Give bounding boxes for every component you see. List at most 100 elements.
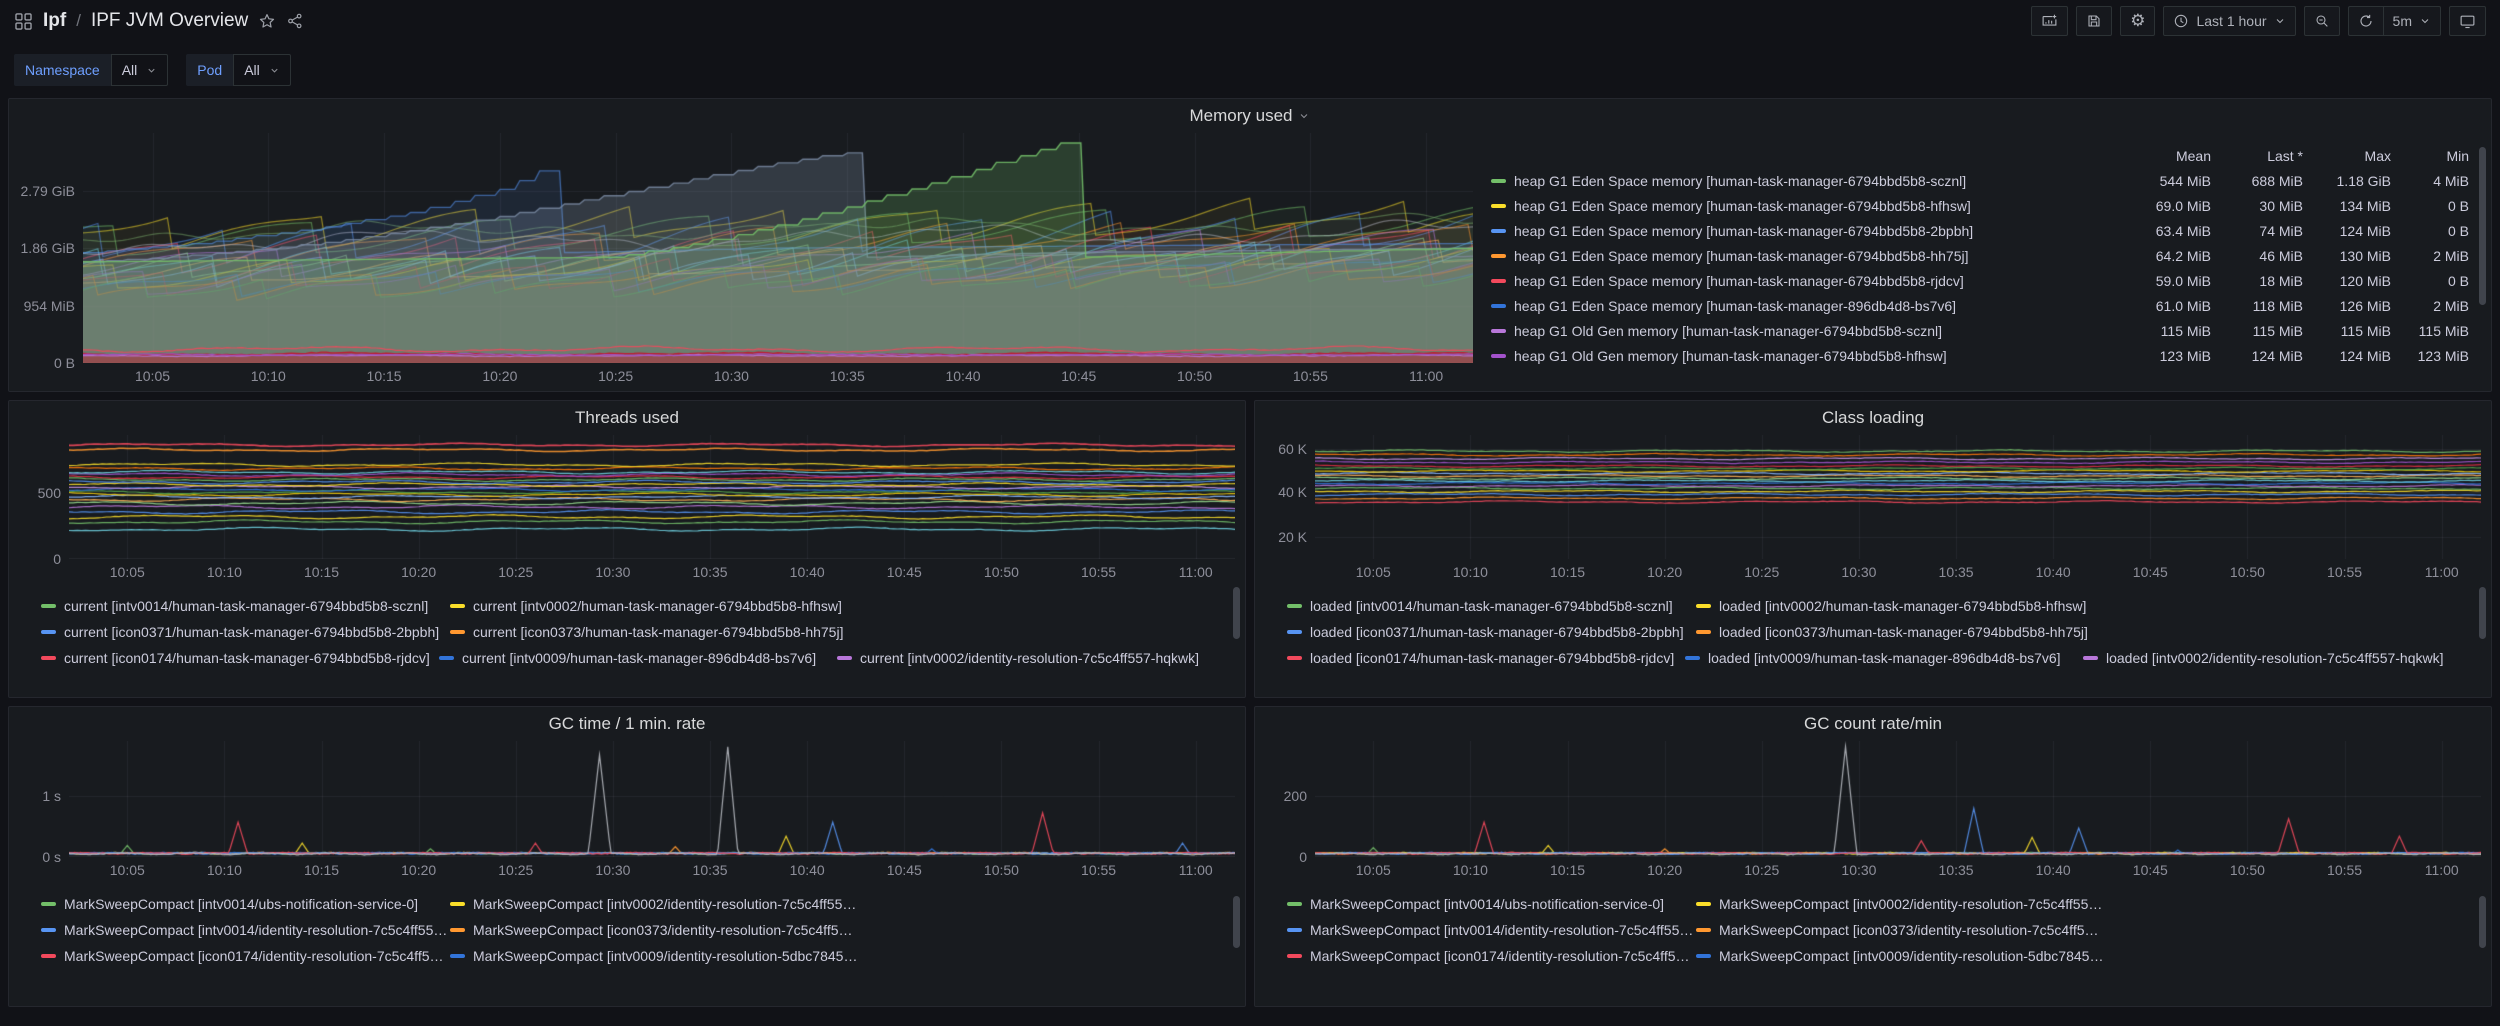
x-axis-label: 10:25 xyxy=(498,564,533,580)
legend-column-header[interactable]: Max xyxy=(2303,148,2391,164)
legend-label: loaded [intv0009/human-task-manager-896d… xyxy=(1708,650,2061,666)
page-title: IPF JVM Overview xyxy=(91,10,248,32)
breadcrumb-app[interactable]: Ipf xyxy=(43,10,66,32)
x-axis-label: 10:35 xyxy=(830,368,865,384)
namespace-filter-dropdown[interactable]: All xyxy=(111,54,169,86)
legend-value: 46 MiB xyxy=(2211,248,2303,264)
series-color-swatch xyxy=(1696,928,1711,932)
legend-item[interactable]: MarkSweepCompact [intv0014/ubs-notificat… xyxy=(1287,896,1696,912)
x-axis-label: 11:00 xyxy=(1179,564,1213,580)
legend-item[interactable]: current [intv0009/human-task-manager-896… xyxy=(439,650,837,666)
legend-item[interactable]: heap G1 Eden Space memory [human-task-ma… xyxy=(1491,273,2123,289)
legend-item[interactable]: heap G1 Eden Space memory [human-task-ma… xyxy=(1491,248,2123,264)
x-axis-label: 10:40 xyxy=(790,564,825,580)
legend-item[interactable]: loaded [icon0174/human-task-manager-6794… xyxy=(1287,650,1685,666)
panel-gctime-title[interactable]: GC time / 1 min. rate xyxy=(9,707,1245,741)
legend-item[interactable]: loaded [intv0002/human-task-manager-6794… xyxy=(1696,598,2105,614)
series-color-swatch xyxy=(1287,954,1302,958)
gctime-chart-canvas[interactable] xyxy=(69,741,1235,857)
legend-label: MarkSweepCompact [intv0014/identity-reso… xyxy=(64,922,450,938)
favorite-star-icon[interactable] xyxy=(258,12,276,30)
gctime-plot-area xyxy=(69,741,1235,857)
legend-item[interactable]: loaded [icon0371/human-task-manager-6794… xyxy=(1287,624,1696,640)
legend-item[interactable]: current [intv0002/identity-resolution-7c… xyxy=(837,650,1235,666)
legend-item[interactable]: heap G1 Eden Space memory [human-task-ma… xyxy=(1491,198,2123,214)
zoom-out-button[interactable] xyxy=(2304,6,2340,36)
legend-row: MarkSweepCompact [intv0014/identity-reso… xyxy=(1287,917,2481,943)
legend-column-header[interactable]: Mean xyxy=(2123,148,2211,164)
y-axis-label: 0 s xyxy=(42,849,61,865)
legend-item[interactable]: heap G1 Eden Space memory [human-task-ma… xyxy=(1491,223,2123,239)
legend-scrollbar[interactable] xyxy=(1233,587,1240,639)
legend-item[interactable]: heap G1 Eden Space memory [human-task-ma… xyxy=(1491,298,2123,314)
x-axis-label: 10:05 xyxy=(1356,564,1391,580)
legend-item[interactable]: MarkSweepCompact [icon0174/identity-reso… xyxy=(1287,948,1696,964)
threads-chart-canvas[interactable] xyxy=(69,435,1235,559)
classes-chart-canvas[interactable] xyxy=(1315,435,2481,559)
legend-scrollbar[interactable] xyxy=(1233,896,1240,948)
panel-threads-title[interactable]: Threads used xyxy=(9,401,1245,435)
legend-value: 2 MiB xyxy=(2391,248,2469,264)
legend-item[interactable]: current [icon0174/human-task-manager-679… xyxy=(41,650,439,666)
legend-label: current [icon0174/human-task-manager-679… xyxy=(64,650,430,666)
save-dashboard-button[interactable] xyxy=(2076,6,2112,36)
dashboard-grid: Memory used 0 B954 MiB1.86 GiB2.79 GiB 1… xyxy=(8,98,2492,1007)
legend-value: 134 MiB xyxy=(2303,198,2391,214)
legend-item[interactable]: MarkSweepCompact [intv0014/identity-reso… xyxy=(41,922,450,938)
tv-mode-button[interactable] xyxy=(2449,6,2486,36)
legend-item[interactable]: current [intv0002/human-task-manager-679… xyxy=(450,598,859,614)
legend-scrollbar[interactable] xyxy=(2479,896,2486,948)
legend-item[interactable]: MarkSweepCompact [icon0373/identity-reso… xyxy=(450,922,859,938)
legend-item[interactable]: loaded [intv0009/human-task-manager-896d… xyxy=(1685,650,2083,666)
x-axis-label: 10:25 xyxy=(498,862,533,878)
legend-item[interactable]: MarkSweepCompact [intv0002/identity-reso… xyxy=(450,896,859,912)
legend-item[interactable]: current [icon0371/human-task-manager-679… xyxy=(41,624,450,640)
x-axis-label: 10:35 xyxy=(1939,862,1974,878)
x-axis-label: 10:35 xyxy=(693,564,728,580)
legend-scrollbar[interactable] xyxy=(2479,147,2486,305)
x-axis-label: 11:00 xyxy=(2425,862,2459,878)
legend-item[interactable]: heap G1 Eden Space memory [human-task-ma… xyxy=(1491,173,2123,189)
legend-item[interactable]: heap G1 Old Gen memory [human-task-manag… xyxy=(1491,348,2123,364)
legend-item[interactable]: loaded [intv0014/human-task-manager-6794… xyxy=(1287,598,1696,614)
legend-item[interactable]: MarkSweepCompact [intv0002/identity-reso… xyxy=(1696,896,2105,912)
pod-filter-dropdown[interactable]: All xyxy=(233,54,291,86)
y-axis-label: 60 K xyxy=(1278,441,1307,457)
series-color-swatch xyxy=(1491,279,1506,283)
legend-column-header[interactable]: Last * xyxy=(2211,148,2303,164)
dashboard-settings-button[interactable]: ⚙ xyxy=(2120,6,2155,36)
time-range-picker[interactable]: Last 1 hour xyxy=(2163,6,2295,36)
legend-item[interactable]: MarkSweepCompact [intv0009/identity-reso… xyxy=(1696,948,2105,964)
legend-item[interactable]: current [icon0373/human-task-manager-679… xyxy=(450,624,859,640)
memory-chart-canvas[interactable] xyxy=(83,133,1473,363)
legend-item[interactable]: loaded [icon0373/human-task-manager-6794… xyxy=(1696,624,2105,640)
legend-scrollbar[interactable] xyxy=(2479,587,2486,639)
legend-item[interactable]: current [intv0014/human-task-manager-679… xyxy=(41,598,450,614)
refresh-interval-picker[interactable]: 5m xyxy=(2383,6,2441,36)
legend-item[interactable]: heap G1 Old Gen memory [human-task-manag… xyxy=(1491,323,2123,339)
legend-item[interactable]: MarkSweepCompact [icon0174/identity-reso… xyxy=(41,948,450,964)
gccount-y-axis: 0200 xyxy=(1265,741,1315,857)
legend-item[interactable]: MarkSweepCompact [icon0373/identity-reso… xyxy=(1696,922,2105,938)
panel-classes-title[interactable]: Class loading xyxy=(1255,401,2491,435)
legend-item[interactable]: MarkSweepCompact [intv0009/identity-reso… xyxy=(450,948,859,964)
legend-column-header[interactable]: Min xyxy=(2391,148,2469,164)
legend-value: 120 MiB xyxy=(2303,273,2391,289)
panel-memory-title[interactable]: Memory used xyxy=(9,99,2491,133)
series-color-swatch xyxy=(450,630,465,634)
legend-item[interactable]: loaded [intv0002/identity-resolution-7c5… xyxy=(2083,650,2481,666)
legend-row: heap G1 Eden Space memory [human-task-ma… xyxy=(1491,218,2469,243)
gccount-chart-canvas[interactable] xyxy=(1315,741,2481,857)
legend-row: loaded [icon0174/human-task-manager-6794… xyxy=(1287,645,2481,671)
x-axis-label: 10:20 xyxy=(401,862,436,878)
legend-item[interactable]: MarkSweepCompact [intv0014/identity-reso… xyxy=(1287,922,1696,938)
threads-legend: current [intv0014/human-task-manager-679… xyxy=(19,583,1235,693)
pod-filter-value: All xyxy=(244,62,260,78)
add-panel-button[interactable] xyxy=(2031,6,2068,36)
legend-item[interactable]: MarkSweepCompact [intv0014/ubs-notificat… xyxy=(41,896,450,912)
refresh-button[interactable] xyxy=(2348,6,2383,36)
share-icon[interactable] xyxy=(286,12,304,30)
panel-gccount-title[interactable]: GC count rate/min xyxy=(1255,707,2491,741)
apps-grid-icon[interactable] xyxy=(14,12,33,31)
legend-row: current [icon0174/human-task-manager-679… xyxy=(41,645,1235,671)
